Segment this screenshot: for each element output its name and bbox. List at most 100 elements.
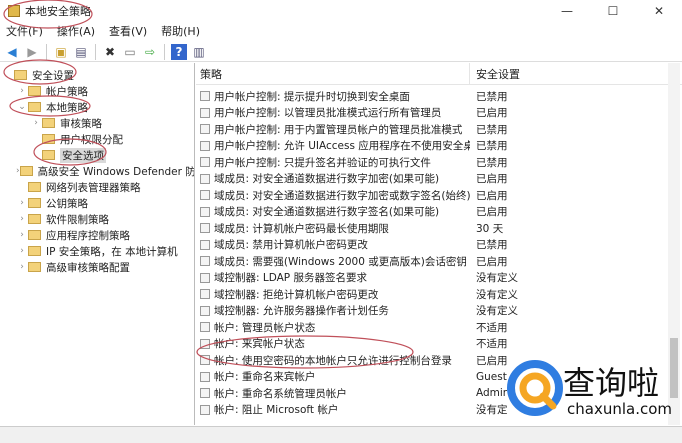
policy-name: 用户帐户控制: 用于内置管理员帐户的管理员批准模式 — [214, 123, 463, 136]
tree-item-label: 公钥策略 — [46, 197, 88, 210]
console-icon[interactable]: ▥ — [191, 44, 207, 60]
policy-name: 域成员: 禁用计算机帐户密码更改 — [214, 239, 368, 252]
table-row[interactable]: 帐户: 来宾帐户状态 不适用 — [196, 336, 682, 353]
tree-pane: 安全设置 › 帐户策略 ⌄ 本地策略 › 审核策略 用户权限分配 安全选项 › 高级安全 Windo… — [0, 63, 195, 425]
menu-help[interactable]: 帮助(H) — [161, 23, 200, 40]
table-row[interactable]: 域控制器: LDAP 服务器签名要求 没有定义 — [196, 270, 682, 287]
tree-item[interactable]: › IP 安全策略，在 本地计算机 — [0, 243, 194, 259]
policy-name: 域控制器: 允许服务器操作者计划任务 — [214, 305, 389, 318]
tree-item-label: 安全选项 — [60, 147, 106, 163]
tree-item-label: 软件限制策略 — [46, 213, 109, 226]
folder-icon — [42, 134, 55, 144]
security-setting: Admir — [476, 387, 508, 400]
folder-icon — [42, 150, 55, 160]
minimize-button[interactable]: — — [544, 0, 590, 22]
tree-item[interactable]: 用户权限分配 — [0, 131, 194, 147]
policy-icon — [200, 322, 210, 333]
show-hide-tree-icon[interactable]: ▤ — [73, 44, 89, 60]
table-row[interactable]: 用户帐户控制: 允许 UIAccess 应用程序在不使用安全桌面... 已禁用 — [196, 138, 682, 155]
policy-icon — [200, 140, 210, 151]
tree-item[interactable]: › 公钥策略 — [0, 195, 194, 211]
tree-item[interactable]: › 高级审核策略配置 — [0, 259, 194, 275]
table-row[interactable]: 用户帐户控制: 以管理员批准模式运行所有管理员 已启用 — [196, 105, 682, 122]
expand-arrow-icon[interactable]: › — [30, 118, 42, 128]
policy-icon — [200, 256, 210, 267]
tree-item[interactable]: ›高级安全 Windows Defender 防火墙 — [0, 163, 194, 179]
security-setting: 已启用 — [476, 206, 508, 219]
tree-item-label: 审核策略 — [60, 117, 102, 130]
policy-icon — [200, 173, 210, 184]
security-setting: 已启用 — [476, 173, 508, 186]
up-folder-icon[interactable]: ▣ — [53, 44, 69, 60]
properties-icon[interactable]: ▭ — [122, 44, 138, 60]
column-header-setting[interactable]: 安全设置 — [470, 66, 520, 82]
table-row[interactable]: 域成员: 计算机帐户密码最长使用期限 30 天 — [196, 220, 682, 237]
column-header-policy[interactable]: 策略 — [196, 63, 470, 84]
folder-icon — [28, 182, 41, 192]
policy-icon — [200, 355, 210, 366]
policy-icon — [200, 388, 210, 399]
table-row[interactable]: 域控制器: 允许服务器操作者计划任务 没有定义 — [196, 303, 682, 320]
tree-item[interactable]: 网络列表管理器策略 — [0, 179, 194, 195]
security-setting: 已禁用 — [476, 123, 508, 136]
security-setting: 不适用 — [476, 338, 508, 351]
policy-name: 帐户: 使用空密码的本地帐户只允许进行控制台登录 — [214, 354, 452, 367]
policy-icon — [200, 305, 210, 316]
back-icon[interactable]: ◀ — [4, 44, 20, 60]
table-row[interactable]: 用户帐户控制: 提示提升时切换到安全桌面 已禁用 — [196, 88, 682, 105]
tree-item-label: 高级安全 Windows Defender 防火墙 — [37, 165, 195, 178]
forward-icon[interactable]: ▶ — [24, 44, 40, 60]
tree-item[interactable]: › 帐户策略 — [0, 83, 194, 99]
tree-item[interactable]: 安全选项 — [0, 147, 194, 163]
table-row[interactable]: 域成员: 对安全通道数据进行数字加密或数字签名(始终) 已启用 — [196, 187, 682, 204]
tree-item[interactable]: › 应用程序控制策略 — [0, 227, 194, 243]
tree-item[interactable]: › 审核策略 — [0, 115, 194, 131]
table-row[interactable]: 域控制器: 拒绝计算机帐户密码更改 没有定义 — [196, 286, 682, 303]
menu-view[interactable]: 查看(V) — [109, 23, 147, 40]
policy-name: 域成员: 需要强(Windows 2000 或更高版本)会话密钥 — [214, 255, 467, 268]
folder-icon — [28, 230, 41, 240]
security-setting: 没有定 — [476, 404, 508, 417]
table-row[interactable]: 域成员: 需要强(Windows 2000 或更高版本)会话密钥 已启用 — [196, 253, 682, 270]
expand-arrow-icon[interactable]: › — [16, 230, 28, 240]
close-button[interactable]: ✕ — [636, 0, 682, 22]
table-row[interactable]: 域成员: 对安全通道数据进行数字签名(如果可能) 已启用 — [196, 204, 682, 221]
menu-action[interactable]: 操作(A) — [57, 23, 95, 40]
table-row[interactable]: 用户帐户控制: 只提升签名并验证的可执行文件 已禁用 — [196, 154, 682, 171]
expand-arrow-icon[interactable]: ⌄ — [16, 102, 28, 112]
table-row[interactable]: 帐户: 管理员帐户状态 不适用 — [196, 319, 682, 336]
folder-icon — [28, 198, 41, 208]
policy-name: 用户帐户控制: 提示提升时切换到安全桌面 — [214, 90, 410, 103]
expand-arrow-icon[interactable]: › — [16, 262, 28, 272]
policy-name: 域成员: 计算机帐户密码最长使用期限 — [214, 222, 389, 235]
tree-item-label: IP 安全策略，在 本地计算机 — [46, 245, 178, 258]
security-setting: 没有定义 — [476, 272, 518, 285]
policy-name: 用户帐户控制: 只提升签名并验证的可执行文件 — [214, 156, 431, 169]
policy-icon — [200, 289, 210, 300]
divider — [46, 43, 47, 60]
security-setting: 已启用 — [476, 255, 508, 268]
security-setting: 已启用 — [476, 354, 508, 367]
policy-name: 域控制器: 拒绝计算机帐户密码更改 — [214, 288, 379, 301]
expand-arrow-icon[interactable]: › — [16, 86, 28, 96]
title-bar: 本地安全策略 — ☐ ✕ — [0, 0, 682, 22]
policy-icon — [200, 190, 210, 201]
maximize-button[interactable]: ☐ — [590, 0, 636, 22]
folder-icon — [28, 214, 41, 224]
tree-item[interactable]: 安全设置 — [0, 67, 194, 83]
menu-file[interactable]: 文件(F) — [6, 23, 43, 40]
expand-arrow-icon[interactable]: › — [16, 198, 28, 208]
table-row[interactable]: 域成员: 禁用计算机帐户密码更改 已禁用 — [196, 237, 682, 254]
table-row[interactable]: 用户帐户控制: 用于内置管理员帐户的管理员批准模式 已禁用 — [196, 121, 682, 138]
security-setting: 已启用 — [476, 107, 508, 120]
delete-icon[interactable]: ✖ — [102, 44, 118, 60]
expand-arrow-icon[interactable]: › — [16, 214, 28, 224]
help-icon[interactable]: ? — [171, 43, 187, 60]
table-row[interactable]: 域成员: 对安全通道数据进行数字加密(如果可能) 已启用 — [196, 171, 682, 188]
expand-arrow-icon[interactable]: › — [16, 246, 28, 256]
tree-item[interactable]: ⌄ 本地策略 — [0, 99, 194, 115]
window-title: 本地安全策略 — [25, 5, 91, 18]
policy-icon — [200, 371, 210, 382]
tree-item[interactable]: › 软件限制策略 — [0, 211, 194, 227]
export-icon[interactable]: ⇨ — [142, 44, 158, 60]
